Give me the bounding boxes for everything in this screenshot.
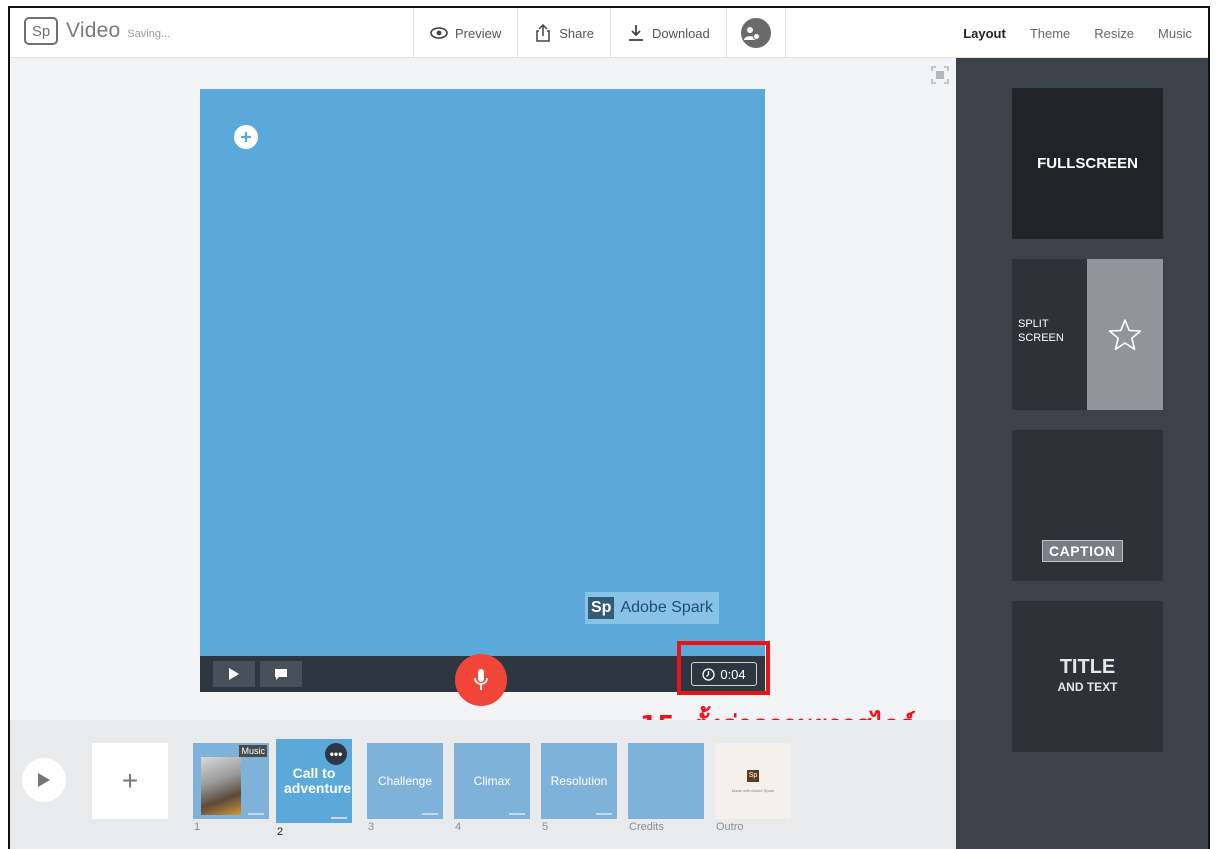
tab-resize[interactable]: Resize <box>1094 26 1134 41</box>
notes-button[interactable] <box>260 661 302 687</box>
spark-logo: Sp <box>24 17 58 45</box>
share-label: Share <box>559 25 594 41</box>
slide-number: Credits <box>629 821 664 833</box>
collaborators-button[interactable] <box>725 8 786 58</box>
slide-canvas[interactable]: Sp Adobe Spark <box>200 89 765 656</box>
filmstrip: + Music 1 Call to adventure ••• 2 Challe… <box>10 720 956 849</box>
add-person-icon <box>744 27 761 40</box>
share-button[interactable]: Share <box>517 8 610 58</box>
layout-title-sublabel: AND TEXT <box>1057 680 1118 694</box>
photo-image <box>201 757 241 815</box>
watermark-text: Adobe Spark <box>620 599 713 616</box>
tab-theme[interactable]: Theme <box>1030 26 1070 41</box>
slide-thumbnail-1[interactable]: Music <box>193 743 269 819</box>
top-bar: Sp Video Saving... Preview Share Downloa… <box>10 8 1208 58</box>
share-icon <box>536 24 550 42</box>
plus-icon <box>241 132 251 142</box>
panel-tabs: Layout Theme Resize Music <box>951 8 1204 58</box>
fit-screen-icon[interactable] <box>931 66 949 84</box>
avatar <box>740 18 771 48</box>
slide-thumbnail-2[interactable]: Call to adventure ••• <box>276 739 352 823</box>
microphone-icon <box>474 669 488 690</box>
outro-logo: Sp <box>747 769 759 782</box>
slide-thumbnail-label: Call to adventure <box>284 765 351 796</box>
play-icon <box>38 773 50 787</box>
download-label: Download <box>651 25 710 41</box>
play-slide-button[interactable] <box>213 661 255 687</box>
tab-music[interactable]: Music <box>1158 26 1192 41</box>
app-window: Sp Video Saving... Preview Share Downloa… <box>8 6 1210 849</box>
preview-button[interactable]: Preview <box>413 8 517 58</box>
slide-thumbnail-5[interactable]: Resolution <box>541 743 617 819</box>
app-name: Video <box>66 19 121 42</box>
more-options-button[interactable]: ••• <box>325 743 347 765</box>
star-icon <box>1108 318 1142 350</box>
slide-thumbnail-3[interactable]: Challenge <box>367 743 443 819</box>
comment-icon <box>275 668 287 680</box>
slide-thumbnail-label: Climax <box>473 774 511 788</box>
slide-thumbnail-4[interactable]: Climax <box>454 743 530 819</box>
add-content-button[interactable] <box>234 125 258 149</box>
plus-icon: + <box>121 765 139 796</box>
brand: Sp Video Saving... <box>24 17 170 45</box>
slide-number: 5 <box>542 821 549 833</box>
preview-label: Preview <box>455 25 502 41</box>
more-icon: ••• <box>329 747 343 761</box>
add-slide-button[interactable]: + <box>92 743 168 819</box>
slide-number: 2 <box>277 826 284 838</box>
layout-caption-label: CAPTION <box>1042 540 1123 562</box>
layout-title-label: TITLE <box>1059 656 1116 678</box>
play-video-button[interactable] <box>22 758 66 802</box>
watermark-logo: Sp <box>588 597 615 619</box>
download-icon <box>628 25 643 41</box>
download-button[interactable]: Download <box>609 8 726 58</box>
music-tag: Music <box>239 745 267 757</box>
layout-split-label-1: SPLIT <box>1018 318 1049 330</box>
layout-panel: FULLSCREEN SPLIT SCREEN CAPTION TITLE AN… <box>956 58 1208 849</box>
slide-number: 3 <box>368 821 375 833</box>
layout-fullscreen-label: FULLSCREEN <box>1037 155 1138 172</box>
layout-split-label-2: SCREEN <box>1018 332 1064 344</box>
slide-number: Outro <box>716 821 744 833</box>
toolbar: Preview Share Download <box>413 8 786 58</box>
layout-split-screen[interactable]: SPLIT SCREEN <box>1012 259 1163 410</box>
slide-thumbnail-label: Resolution <box>550 774 608 788</box>
layout-title-and-text[interactable]: TITLE AND TEXT <box>1012 601 1163 752</box>
eye-icon <box>430 27 448 39</box>
slide-thumbnail-outro[interactable]: Sp Made with Adobe Spark <box>715 743 791 819</box>
annotation-highlight-box <box>677 641 770 695</box>
layout-caption[interactable]: CAPTION <box>1012 430 1163 581</box>
play-icon <box>229 668 239 680</box>
adobe-spark-watermark: Sp Adobe Spark <box>585 592 719 624</box>
slide-thumbnail-label: Challenge <box>377 774 433 788</box>
outro-text: Made with Adobe Spark <box>731 787 775 793</box>
slide-number: 1 <box>194 821 201 833</box>
slide-thumbnail-credits[interactable] <box>628 743 704 819</box>
slide-number: 4 <box>455 821 462 833</box>
save-status: Saving... <box>127 28 171 40</box>
layout-fullscreen[interactable]: FULLSCREEN <box>1012 88 1163 239</box>
tab-layout[interactable]: Layout <box>963 26 1006 41</box>
record-voice-button[interactable] <box>455 654 507 706</box>
